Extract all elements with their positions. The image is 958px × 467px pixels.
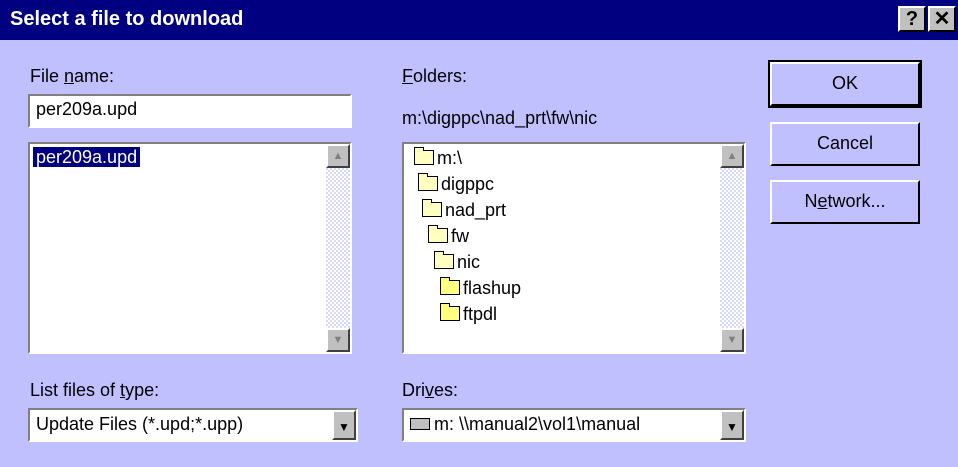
- folder-icon: [440, 303, 460, 321]
- folder-tree-scrollbar[interactable]: ▲ ▼: [720, 144, 744, 352]
- folders-label: Folders:: [402, 66, 468, 86]
- open-folder-icon: [422, 199, 442, 217]
- file-download-dialog: Select a file to download ? ✕ File name:…: [0, 0, 958, 467]
- folder-item[interactable]: nic: [434, 251, 480, 273]
- drives-select[interactable]: m: \\manual2\vol1\manual ▼: [402, 408, 746, 442]
- file-list-scrollbar[interactable]: ▲ ▼: [326, 144, 350, 352]
- network-drive-icon: [410, 418, 430, 430]
- file-type-label: List files of type:: [30, 380, 160, 400]
- file-item-label: per209a.upd: [33, 147, 141, 167]
- scroll-up-arrow-icon[interactable]: ▲: [326, 144, 350, 168]
- window-title: Select a file to download: [10, 8, 244, 30]
- folder-item[interactable]: digppc: [418, 173, 494, 195]
- open-folder-icon: [414, 147, 434, 165]
- folder-item[interactable]: ftpdl: [440, 303, 497, 325]
- scroll-down-arrow-icon[interactable]: ▼: [720, 328, 744, 352]
- folder-item[interactable]: flashup: [440, 277, 521, 299]
- folder-item[interactable]: fw: [428, 225, 469, 247]
- folder-item[interactable]: m:\: [414, 147, 462, 169]
- file-type-value: Update Files (*.upd;*.upp): [36, 414, 244, 434]
- title-bar[interactable]: Select a file to download ? ✕: [0, 0, 958, 40]
- open-folder-icon: [428, 225, 448, 243]
- help-button[interactable]: ?: [898, 6, 926, 32]
- chevron-down-icon[interactable]: ▼: [332, 410, 356, 440]
- folder-icon: [440, 277, 460, 295]
- folder-item[interactable]: nad_prt: [422, 199, 506, 221]
- scroll-down-arrow-icon[interactable]: ▼: [326, 328, 350, 352]
- file-type-select[interactable]: Update Files (*.upd;*.upp) ▼: [28, 408, 358, 442]
- file-name-label: File name:: [30, 66, 115, 86]
- cancel-button[interactable]: Cancel: [770, 122, 920, 166]
- scroll-up-arrow-icon[interactable]: ▲: [720, 144, 744, 168]
- drive-value: m: \\manual2\vol1\manual: [410, 414, 640, 435]
- chevron-down-icon[interactable]: ▼: [720, 410, 744, 440]
- file-name-input[interactable]: per209a.upd: [28, 94, 352, 128]
- current-folder-path: m:\digppc\nad_prt\fw\nic: [402, 108, 598, 128]
- open-folder-icon: [434, 251, 454, 269]
- drives-label: Drives:: [402, 380, 459, 400]
- close-button[interactable]: ✕: [928, 6, 956, 32]
- open-folder-icon: [418, 173, 438, 191]
- file-list[interactable]: per209a.upd ▲ ▼: [28, 142, 352, 354]
- folder-tree[interactable]: m:\ digppc nad_prt fw nic flashup ftpdl …: [402, 142, 746, 354]
- ok-button[interactable]: OK: [768, 60, 922, 108]
- network-button[interactable]: Network...: [770, 180, 920, 224]
- list-item[interactable]: per209a.upd: [33, 147, 141, 168]
